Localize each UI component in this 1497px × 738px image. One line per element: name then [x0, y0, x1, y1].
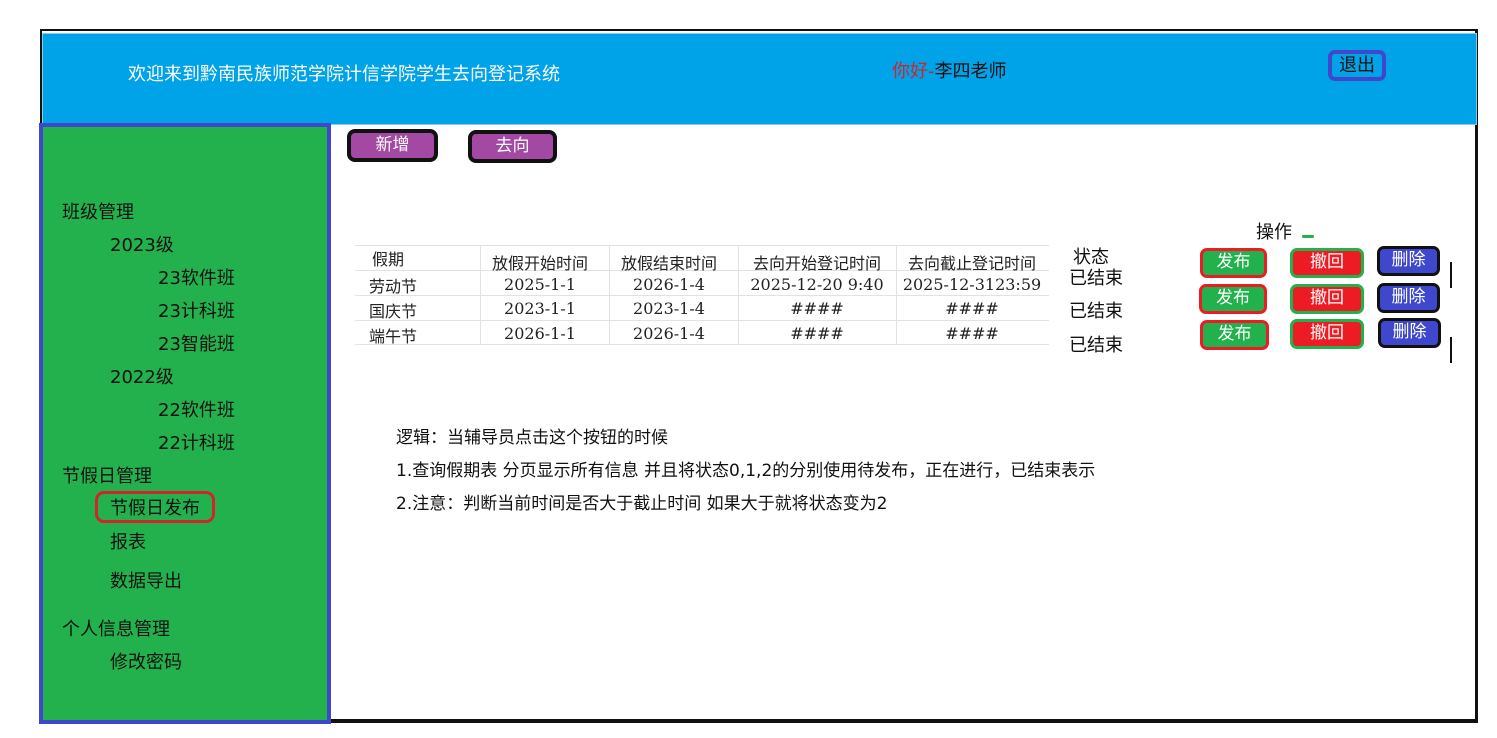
- sidebar-item-profile-management[interactable]: 个人信息管理: [62, 615, 170, 641]
- sidebar-item-holiday-publish[interactable]: 节假日发布: [95, 491, 215, 523]
- divider-mark: [1450, 337, 1452, 363]
- delete-button[interactable]: 删除: [1377, 283, 1440, 313]
- table-cell-holiday: 端午节: [369, 327, 418, 346]
- table-gridline: [480, 245, 481, 345]
- table-cell-holiday: 国庆节: [369, 302, 418, 321]
- table-header-reg-end: 去向截止登记时间: [907, 254, 1037, 273]
- publish-button[interactable]: 发布: [1200, 320, 1269, 350]
- table-header-holiday: 假期: [372, 250, 405, 269]
- revoke-button[interactable]: 撤回: [1290, 319, 1364, 349]
- greeting-text: 你好: [892, 61, 928, 82]
- table-cell-end: 2023-1-4: [633, 299, 705, 318]
- status-value: 已结束: [1069, 335, 1123, 356]
- table-header-reg-start: 去向开始登记时间: [752, 254, 882, 273]
- table-gridline: [355, 320, 1049, 321]
- revoke-button[interactable]: 撤回: [1290, 284, 1364, 314]
- status-value: 已结束: [1069, 301, 1123, 322]
- logic-note-title: 逻辑：当辅导员点击这个按钮的时候: [396, 428, 668, 448]
- table-cell-start: 2026-1-1: [504, 324, 576, 343]
- table-header-end: 放假结束时间: [620, 254, 718, 273]
- table-cell-reg-start: 2025-12-20 9:40: [750, 275, 884, 294]
- user-greeting: 你好-李四老师: [892, 57, 1007, 83]
- sidebar-item-grade-2023[interactable]: 2023级: [110, 231, 174, 257]
- divider-mark: [1450, 262, 1452, 288]
- table-cell-reg-end: ####: [945, 299, 999, 318]
- delete-button[interactable]: 删除: [1378, 318, 1441, 348]
- operations-header: 操作: [1256, 222, 1292, 243]
- logic-note-2: 2.注意：判断当前时间是否大于截止时间 如果大于就将状态变为2: [396, 494, 888, 514]
- table-gridline: [609, 245, 610, 345]
- table-cell-end: 2026-1-4: [633, 324, 705, 343]
- table-cell-reg-start: ####: [790, 299, 844, 318]
- sidebar-item-grade-2022[interactable]: 2022级: [110, 363, 174, 389]
- sidebar-item-change-password[interactable]: 修改密码: [110, 648, 182, 674]
- sidebar-item-22-cs[interactable]: 22计科班: [158, 429, 235, 455]
- sidebar-item-22-software[interactable]: 22软件班: [158, 396, 235, 422]
- status-value: 已结束: [1069, 268, 1123, 289]
- publish-button[interactable]: 发布: [1200, 248, 1267, 278]
- add-button[interactable]: 新增: [347, 129, 438, 162]
- table-gridline: [896, 245, 897, 345]
- table-gridline: [355, 245, 1049, 246]
- publish-button[interactable]: 发布: [1199, 284, 1267, 314]
- table-gridline: [355, 295, 1049, 296]
- table-cell-start: 2025-1-1: [504, 275, 576, 294]
- table-cell-reg-end: ####: [945, 324, 999, 343]
- revoke-button[interactable]: 撤回: [1290, 248, 1364, 278]
- sidebar-item-23-software[interactable]: 23软件班: [158, 264, 235, 290]
- sidebar-item-report[interactable]: 报表: [110, 528, 146, 554]
- sidebar-item-data-export[interactable]: 数据导出: [110, 567, 182, 593]
- table-header-start: 放假开始时间: [491, 254, 589, 273]
- delete-button[interactable]: 删除: [1377, 246, 1440, 276]
- user-name: 李四老师: [934, 61, 1007, 82]
- table-cell-reg-end: 2025-12-3123:59: [902, 275, 1042, 294]
- logout-button[interactable]: 退出: [1328, 50, 1386, 81]
- table-cell-end: 2026-1-4: [633, 275, 705, 294]
- direction-button[interactable]: 去向: [468, 130, 557, 163]
- sidebar-item-class-management[interactable]: 班级管理: [62, 198, 134, 224]
- sidebar-item-23-cs[interactable]: 23计科班: [158, 297, 235, 323]
- sidebar-item-holiday-management[interactable]: 节假日管理: [62, 462, 152, 488]
- site-title: 欢迎来到黔南民族师范学院计信学院学生去向登记系统: [128, 64, 560, 85]
- sidebar-item-23-ai[interactable]: 23智能班: [158, 330, 235, 356]
- table-cell-holiday: 劳动节: [369, 277, 418, 296]
- table-cell-start: 2023-1-1: [504, 299, 576, 318]
- table-gridline: [738, 245, 739, 345]
- operations-mark: [1302, 235, 1314, 238]
- logic-note-1: 1.查询假期表 分页显示所有信息 并且将状态0,1,2的分别使用待发布，正在进行…: [396, 461, 1096, 481]
- table-cell-reg-start: ####: [790, 324, 844, 343]
- table-gridline: [355, 344, 1049, 345]
